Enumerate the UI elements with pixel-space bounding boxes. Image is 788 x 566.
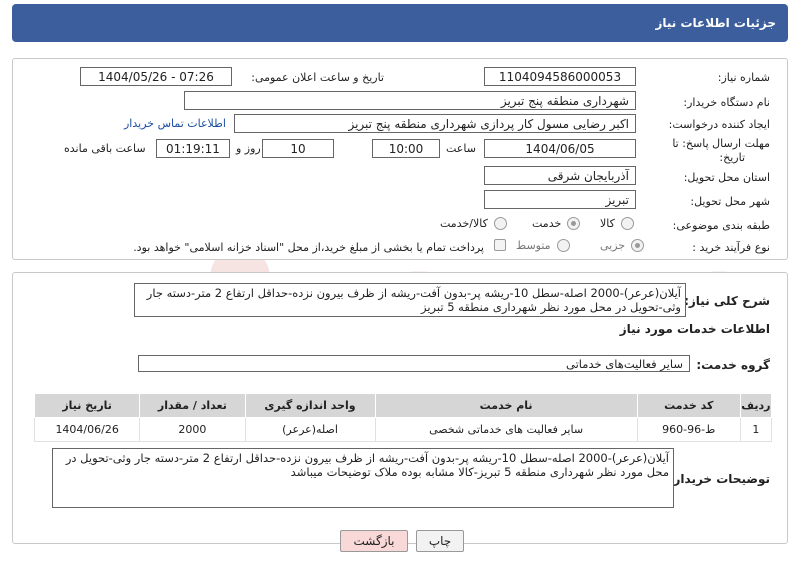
table-header-row: ردیف کد خدمت نام خدمت واحد اندازه گیری ت… (33, 393, 773, 418)
radio-icon[interactable] (620, 217, 634, 230)
process-option-medium[interactable]: متوسط (516, 239, 570, 252)
radio-selected-icon[interactable] (567, 217, 581, 230)
cell-service-code: ط-96-960 (636, 417, 741, 442)
cell-unit: اصله(عرعر) (244, 417, 376, 442)
print-button[interactable]: چاپ (416, 530, 464, 552)
buyer-notes-label: توضیحات خریدار: (668, 472, 770, 486)
column-header-unit: واحد اندازه گیری (244, 393, 376, 418)
need-number-field: 1104094586000053 (484, 67, 636, 86)
column-header-need-date: تاریخ نیاز (33, 393, 141, 418)
radio-icon[interactable] (556, 239, 570, 252)
radio-icon[interactable] (493, 217, 507, 230)
city-field: تبریز (484, 190, 636, 209)
creator-label: ایجاد کننده درخواست: (668, 118, 770, 131)
table-row: 1 ط-96-960 سایر فعالیت های خدماتی شخصی ا… (33, 417, 773, 442)
city-label: شهر محل تحویل: (690, 195, 770, 208)
buyer-org-label: نام دستگاه خریدار: (683, 96, 770, 109)
cell-need-date: 1404/06/26 (33, 417, 141, 442)
cell-quantity: 2000 (139, 417, 246, 442)
summary-textarea[interactable]: آیلان(عرعر)-2000 اصله-سطل 10-ریشه پر-بدو… (134, 283, 686, 317)
creator-field: اکبر رضایی مسول کار پردازی شهرداری منطقه… (234, 114, 636, 133)
column-header-service-code: کد خدمت (636, 393, 741, 418)
remaining-time-field: 01:19:11 (156, 139, 230, 158)
hour-label: ساعت (446, 142, 476, 155)
announce-label: تاریخ و ساعت اعلان عمومی: (251, 71, 384, 84)
services-table: ردیف کد خدمت نام خدمت واحد اندازه گیری ت… (33, 393, 773, 442)
day-and-label: روز و (236, 142, 261, 155)
category-label: طبقه بندی موضوعی: (672, 219, 770, 232)
process-option-minor[interactable]: جزیی (600, 239, 645, 252)
services-section-title: اطلاعات خدمات مورد نیاز (619, 322, 770, 336)
cell-service-name: سایر فعالیت های خدماتی شخصی (374, 417, 638, 442)
treasury-checkbox[interactable] (494, 239, 506, 251)
remaining-label: ساعت باقی مانده (64, 142, 146, 155)
deadline-label: مهلت ارسال پاسخ: تا (672, 137, 770, 150)
deadline-date-field: 1404/06/05 (484, 139, 636, 158)
back-button[interactable]: بازگشت (340, 530, 408, 552)
buyer-org-field: شهرداری منطقه پنج تبریز (184, 91, 636, 110)
payment-note: پرداخت تمام یا بخشی از مبلغ خرید،از محل … (133, 241, 484, 254)
category-option-goods[interactable]: کالا (600, 217, 634, 230)
need-number-label: شماره نیاز: (717, 71, 770, 84)
deadline-time-field: 10:00 (372, 139, 440, 158)
service-group-label: گروه خدمت: (696, 358, 770, 372)
summary-label: شرح کلی نیاز: (684, 294, 770, 308)
days-field: 10 (262, 139, 334, 158)
announce-field: 1404/05/26 - 07:26 (80, 67, 232, 86)
service-group-field: سایر فعالیت‌های خدماتی (138, 355, 690, 372)
category-option-goods-service[interactable]: کالا/خدمت (440, 217, 507, 230)
contact-info-link[interactable]: اطلاعات تماس خریدار (124, 117, 226, 130)
column-header-service-name: نام خدمت (374, 393, 638, 418)
page-title: جزئیات اطلاعات نیاز (655, 16, 776, 30)
process-label: نوع فرآیند خرید : (692, 241, 770, 254)
province-field: آذربایجان شرقی (484, 166, 636, 185)
cell-row-number: 1 (739, 417, 773, 442)
column-header-row-number: ردیف (739, 393, 773, 418)
column-header-quantity: تعداد / مقدار (139, 393, 246, 418)
deadline-label-date: تاریخ: (719, 151, 745, 164)
province-label: استان محل تحویل: (683, 171, 770, 184)
buyer-notes-textarea[interactable]: آیلان(عرعر)-2000 اصله-سطل 10-ریشه پر-بدو… (52, 448, 674, 508)
page-header: جزئیات اطلاعات نیاز (12, 4, 788, 42)
category-option-service[interactable]: خدمت (532, 217, 581, 230)
info-panel (12, 58, 788, 260)
services-table-wrap: ردیف کد خدمت نام خدمت واحد اندازه گیری ت… (33, 393, 773, 442)
radio-selected-icon[interactable] (631, 239, 645, 252)
